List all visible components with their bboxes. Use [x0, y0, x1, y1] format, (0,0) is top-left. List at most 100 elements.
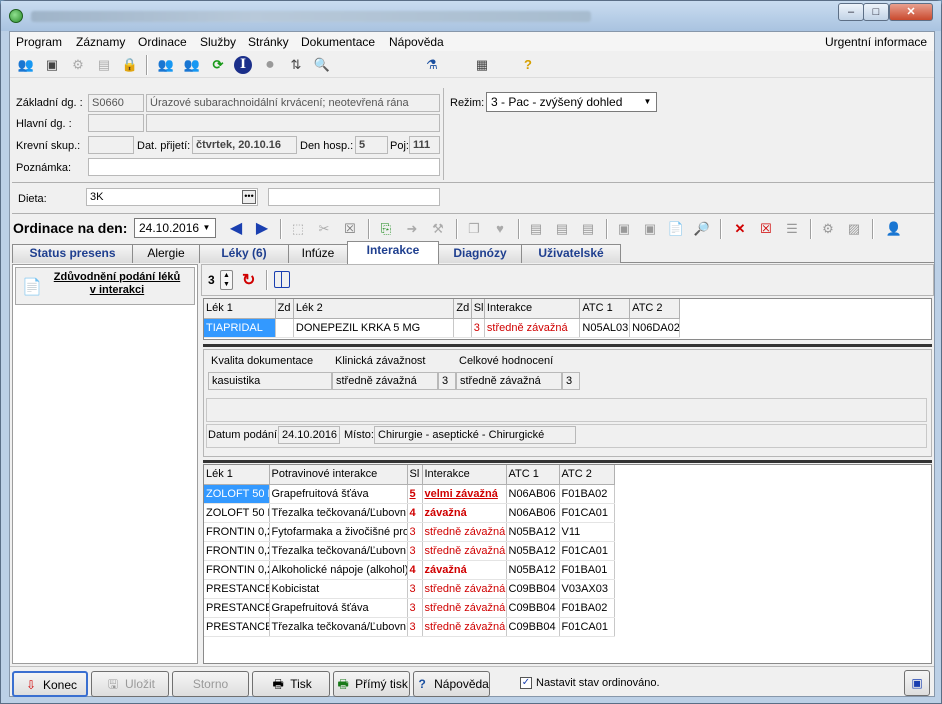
rezim-select[interactable]: 3 - Pac - zvýšený dohled ▼ — [486, 92, 657, 112]
column-header[interactable]: Interakce — [422, 465, 507, 485]
column-header[interactable]: Zd — [453, 299, 472, 319]
next-day-arrow-icon[interactable]: ▶ — [252, 219, 272, 239]
column-header[interactable]: Sl — [471, 299, 485, 319]
menu-ordinace[interactable]: Ordinace — [138, 35, 187, 49]
doctor-icon[interactable]: 👤 — [884, 219, 904, 239]
hlavni-dg-code[interactable] — [88, 114, 144, 132]
lock-icon[interactable]: 🔒 — [120, 55, 140, 75]
delete-icon[interactable]: ☒ — [340, 219, 360, 239]
tab-interakce[interactable]: Interakce — [347, 241, 439, 264]
forward-icon[interactable]: ➜ — [402, 219, 422, 239]
prev-day-arrow-icon[interactable]: ◀ — [226, 219, 246, 239]
column-header[interactable]: ATC 2 — [559, 465, 615, 485]
column-header[interactable]: Lék 2 — [293, 299, 455, 319]
splitter[interactable] — [203, 344, 932, 347]
column-header[interactable]: ATC 1 — [579, 299, 631, 319]
calendar-icon[interactable]: ▦ — [472, 55, 492, 75]
column-header[interactable]: ATC 1 — [506, 465, 560, 485]
tab-status-presens[interactable]: Status presens — [12, 244, 133, 263]
ordinace-date-select[interactable]: 24.10.2016 ▼ — [134, 218, 216, 238]
lab-flask-icon[interactable]: ⚗ — [422, 55, 442, 75]
menu-zaznamy[interactable]: Záznamy — [76, 35, 125, 49]
column-header[interactable]: ATC 2 — [629, 299, 680, 319]
column-header[interactable]: Lék 1 — [204, 299, 276, 319]
settings-icon[interactable]: ⚙ — [68, 55, 88, 75]
new-order-icon[interactable]: ⬚ — [288, 219, 308, 239]
reset-icon[interactable]: ↻ — [242, 270, 255, 290]
krevni-skup-field[interactable] — [88, 136, 134, 154]
patient-search-icon[interactable]: 👥 — [16, 55, 36, 75]
menu-stranky[interactable]: Stránky — [248, 35, 289, 49]
documents-stack-icon[interactable]: ▤ — [578, 219, 598, 239]
zduvodneni-link[interactable]: Zdůvodnění podání léků v interakci — [52, 271, 182, 297]
column-header[interactable]: Interakce — [484, 299, 581, 319]
documents-icon[interactable]: ▤ — [526, 219, 546, 239]
cut-icon[interactable]: ✂ — [314, 219, 334, 239]
table-row[interactable]: TIAPRIDAL DONEPEZIL KRKA 5 MG 3 středně záv… — [204, 318, 680, 338]
copy-icon[interactable]: ❐ — [464, 219, 484, 239]
patients-icon[interactable]: 👥 — [156, 55, 176, 75]
splitter[interactable] — [203, 460, 932, 463]
poznamka-field[interactable] — [88, 158, 440, 176]
minimize-button[interactable]: – — [838, 3, 864, 21]
column-header[interactable]: Potravinové interakce — [269, 465, 408, 485]
storno-button[interactable]: Storno — [172, 671, 249, 697]
dieta-note-field[interactable] — [268, 188, 440, 206]
window-switch-button[interactable]: ▣ — [904, 670, 930, 696]
record-icon[interactable]: ● — [260, 55, 280, 75]
print-setup-icon[interactable]: ▤ — [94, 55, 114, 75]
title-bar[interactable]: – □ ✕ — [1, 1, 941, 31]
table-row[interactable]: PRESTANCE Grapefruitová šťáva 3 středně záv… — [204, 598, 615, 618]
dieta-browse-button[interactable]: ••• — [242, 190, 256, 204]
tisk-button[interactable]: 🖶 Tisk — [252, 671, 330, 697]
nastavit-checkbox[interactable]: ✓ — [520, 677, 532, 689]
poj-field[interactable]: 111 — [409, 136, 440, 154]
documents-copy-icon[interactable]: ▤ — [552, 219, 572, 239]
gear-icon[interactable]: ⚙ — [818, 219, 838, 239]
konec-button[interactable]: ⇩ Konec — [12, 671, 88, 697]
tab-diagnozy[interactable]: Diagnózy — [438, 244, 522, 263]
pages-icon[interactable]: ▣ — [614, 219, 634, 239]
tab-infuze[interactable]: Infúze — [288, 244, 348, 263]
napoveda-button[interactable]: ? Nápověda — [413, 671, 490, 697]
cancel-all-icon[interactable]: ☒ — [756, 219, 776, 239]
menu-urgentni-informace[interactable]: Urgentní informace — [825, 35, 927, 49]
dieta-field[interactable]: 3K — [86, 188, 258, 206]
menu-dokumentace[interactable]: Dokumentace — [301, 35, 375, 49]
zakladni-dg-code[interactable]: S0660 — [88, 94, 144, 112]
table-row[interactable]: ZOLOFT 50 MGGrapefruitová šťáva5velmi zá… — [204, 484, 615, 504]
zduvodneni-link-box[interactable]: 📄 Zdůvodnění podání léků v interakci — [15, 267, 195, 305]
column-header[interactable]: Sl — [407, 465, 423, 485]
note-search-icon[interactable]: 🔎 — [692, 219, 712, 239]
table-row[interactable]: FRONTIN 0,25Třezalka tečkovaná/Ľubovník3… — [204, 541, 615, 561]
primy-tisk-button[interactable]: 🖶 Přímý tisk — [333, 671, 410, 697]
level-spinner[interactable]: ▲ ▼ — [220, 270, 233, 290]
help-icon[interactable]: ? — [518, 55, 538, 75]
heart-icon[interactable]: ♥ — [490, 219, 510, 239]
table-row[interactable]: FRONTIN 0,25Alkoholické nápoje (alkohol)… — [204, 560, 615, 580]
hlavni-dg-text[interactable] — [146, 114, 440, 132]
dat-prijeti-field[interactable]: čtvrtek, 20.10.16 — [192, 136, 297, 154]
close-button[interactable]: ✕ — [889, 3, 933, 21]
maximize-button[interactable]: □ — [863, 3, 889, 21]
ulozit-button[interactable]: 🖫 Uložit — [91, 671, 169, 697]
note-icon[interactable]: 📄 — [666, 219, 686, 239]
table-row[interactable]: PRESTANCE Třezalka tečkovaná/Ľubovník 3 stř… — [204, 617, 615, 637]
info-icon[interactable]: I — [234, 56, 252, 74]
zakladni-dg-text[interactable]: Úrazové subarachnoidální krvácení; neote… — [146, 94, 440, 112]
menu-program[interactable]: Program — [16, 35, 62, 49]
tool-icon[interactable]: ⚒ — [428, 219, 448, 239]
add-order-icon[interactable]: ⎘ — [376, 219, 396, 239]
den-hosp-field[interactable]: 5 — [355, 136, 388, 154]
menu-sluzby[interactable]: Služby — [200, 35, 236, 49]
patients-refresh-icon[interactable]: 👥 — [182, 55, 202, 75]
zoom-icon[interactable]: 🔍 — [312, 55, 332, 75]
table-row[interactable]: ZOLOFT 50 MGTřezalka tečkovaná/Ľubovník4… — [204, 503, 615, 523]
menu-napoveda[interactable]: Nápověda — [389, 35, 444, 49]
cancel-x-icon[interactable]: ✕ — [730, 219, 750, 239]
chart-icon[interactable]: ▨ — [844, 219, 864, 239]
list-icon[interactable]: ☰ — [782, 219, 802, 239]
column-header[interactable]: Lék 1 — [204, 465, 270, 485]
tab-alergie[interactable]: Alergie — [132, 244, 200, 263]
pages-copy-icon[interactable]: ▣ — [640, 219, 660, 239]
